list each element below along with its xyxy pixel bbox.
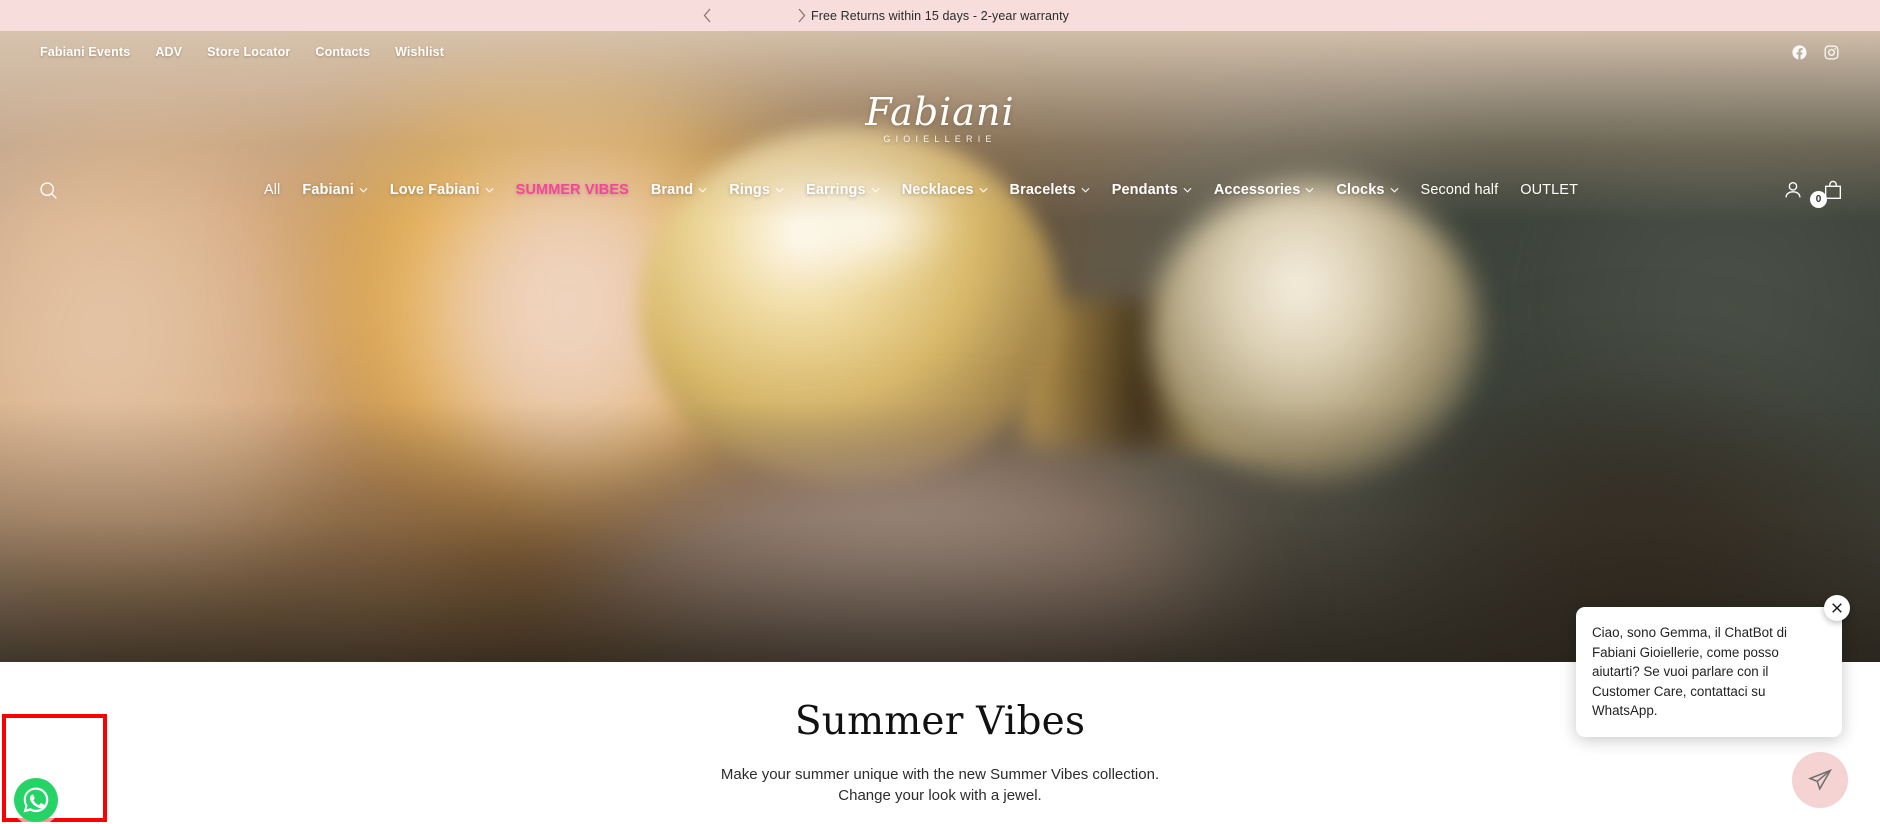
- nav-item-label: Earrings: [806, 182, 866, 198]
- account-button[interactable]: [1776, 173, 1810, 207]
- chevron-down-icon: [359, 187, 368, 193]
- social-links: [1791, 44, 1840, 61]
- nav-item-summer-vibes[interactable]: SUMMER VIBES: [516, 182, 629, 198]
- utility-links: Fabiani Events ADV Store Locator Contact…: [40, 45, 444, 59]
- chevron-down-icon: [1305, 187, 1314, 193]
- cart-button[interactable]: 0: [1810, 173, 1850, 208]
- page-title: Summer Vibes: [794, 699, 1086, 744]
- utility-link-contacts[interactable]: Contacts: [315, 45, 370, 59]
- nav-item-label: Necklaces: [901, 182, 974, 198]
- nav-actions: 0: [1776, 173, 1850, 208]
- facebook-icon[interactable]: [1791, 44, 1808, 61]
- nav-item-label: All: [263, 182, 281, 198]
- nav-item-second-half[interactable]: Second half: [1421, 182, 1499, 198]
- chevron-down-icon: [775, 187, 784, 193]
- logo-wordmark[interactable]: Fabiani: [865, 93, 1014, 131]
- whatsapp-button[interactable]: [14, 778, 58, 822]
- chatbot-launcher-button[interactable]: [1792, 752, 1848, 808]
- nav-item-fabiani[interactable]: Fabiani: [302, 182, 368, 198]
- nav-item-necklaces[interactable]: Necklaces: [902, 182, 988, 198]
- chatbot-message-text: Ciao, sono Gemma, il ChatBot di Fabiani …: [1592, 625, 1787, 719]
- utility-link-store-locator[interactable]: Store Locator: [207, 45, 290, 59]
- chevron-down-icon: [1081, 187, 1090, 193]
- chatbot-close-button[interactable]: [1824, 595, 1850, 621]
- search-icon: [39, 181, 57, 199]
- nav-item-bracelets[interactable]: Bracelets: [1010, 182, 1090, 198]
- nav-item-rings[interactable]: Rings: [729, 182, 784, 198]
- nav-item-clocks[interactable]: Clocks: [1336, 182, 1399, 198]
- nav-item-label: Love Fabiani: [389, 182, 480, 198]
- nav-item-label: OUTLET: [1520, 182, 1579, 198]
- instagram-icon[interactable]: [1823, 44, 1840, 61]
- utility-link-adv[interactable]: ADV: [155, 45, 182, 59]
- announcement-prev-button[interactable]: [690, 0, 724, 31]
- search-button[interactable]: [30, 172, 66, 208]
- nav-item-label: Brand: [650, 182, 694, 198]
- nav-item-label: SUMMER VIBES: [515, 182, 629, 198]
- nav-item-all[interactable]: All: [264, 182, 280, 198]
- hero-banner[interactable]: Fabiani Events ADV Store Locator Contact…: [0, 31, 1880, 662]
- page-root: Free Returns within 15 days - 2-year war…: [0, 0, 1880, 824]
- chevron-down-icon: [1390, 187, 1399, 193]
- collection-description-line-2: Change your look with a jewel.: [838, 787, 1042, 805]
- send-icon: [1807, 768, 1833, 791]
- collection-description: Make your summer unique with the new Sum…: [721, 764, 1159, 807]
- nav-item-label: Clocks: [1336, 182, 1385, 198]
- whatsapp-icon: [23, 787, 49, 813]
- nav-item-brand[interactable]: Brand: [651, 182, 707, 198]
- chevron-down-icon: [1183, 187, 1192, 193]
- utility-link-fabiani-events[interactable]: Fabiani Events: [40, 45, 130, 59]
- chatbot-message-bubble: Ciao, sono Gemma, il ChatBot di Fabiani …: [1576, 595, 1850, 737]
- nav-item-label: Pendants: [1111, 182, 1178, 198]
- announcement-next-button[interactable]: [784, 0, 818, 31]
- collection-description-line-1: Make your summer unique with the new Sum…: [720, 766, 1160, 783]
- nav-item-love-fabiani[interactable]: Love Fabiani: [390, 182, 494, 198]
- chevron-down-icon: [871, 187, 880, 193]
- nav-links: All Fabiani Love Fabiani SUMMER VIBES Br…: [66, 182, 1776, 198]
- nav-item-outlet[interactable]: OUTLET: [1520, 182, 1578, 198]
- announcement-bar: Free Returns within 15 days - 2-year war…: [0, 0, 1880, 31]
- chevron-down-icon: [485, 187, 494, 193]
- nav-item-pendants[interactable]: Pendants: [1112, 182, 1192, 198]
- nav-item-label: Rings: [729, 182, 771, 198]
- nav-item-label: Fabiani: [302, 182, 354, 198]
- chevron-left-icon: [703, 8, 710, 23]
- nav-item-accessories[interactable]: Accessories: [1214, 182, 1315, 198]
- announcement-text: Free Returns within 15 days - 2-year war…: [810, 8, 1070, 23]
- utility-nav: Fabiani Events ADV Store Locator Contact…: [0, 31, 1880, 73]
- account-icon: [1785, 181, 1801, 198]
- close-icon: [1832, 603, 1842, 613]
- chevron-down-icon: [979, 187, 988, 193]
- chevron-down-icon: [698, 187, 707, 193]
- cart-count-badge: 0: [1810, 191, 1827, 208]
- nav-item-earrings[interactable]: Earrings: [806, 182, 880, 198]
- chevron-right-icon: [798, 8, 805, 23]
- main-navigation: All Fabiani Love Fabiani SUMMER VIBES Br…: [0, 166, 1880, 214]
- nav-item-label: Bracelets: [1009, 182, 1076, 198]
- utility-link-wishlist[interactable]: Wishlist: [395, 45, 444, 59]
- nav-item-label: Second half: [1420, 182, 1499, 198]
- nav-item-label: Accessories: [1213, 182, 1301, 198]
